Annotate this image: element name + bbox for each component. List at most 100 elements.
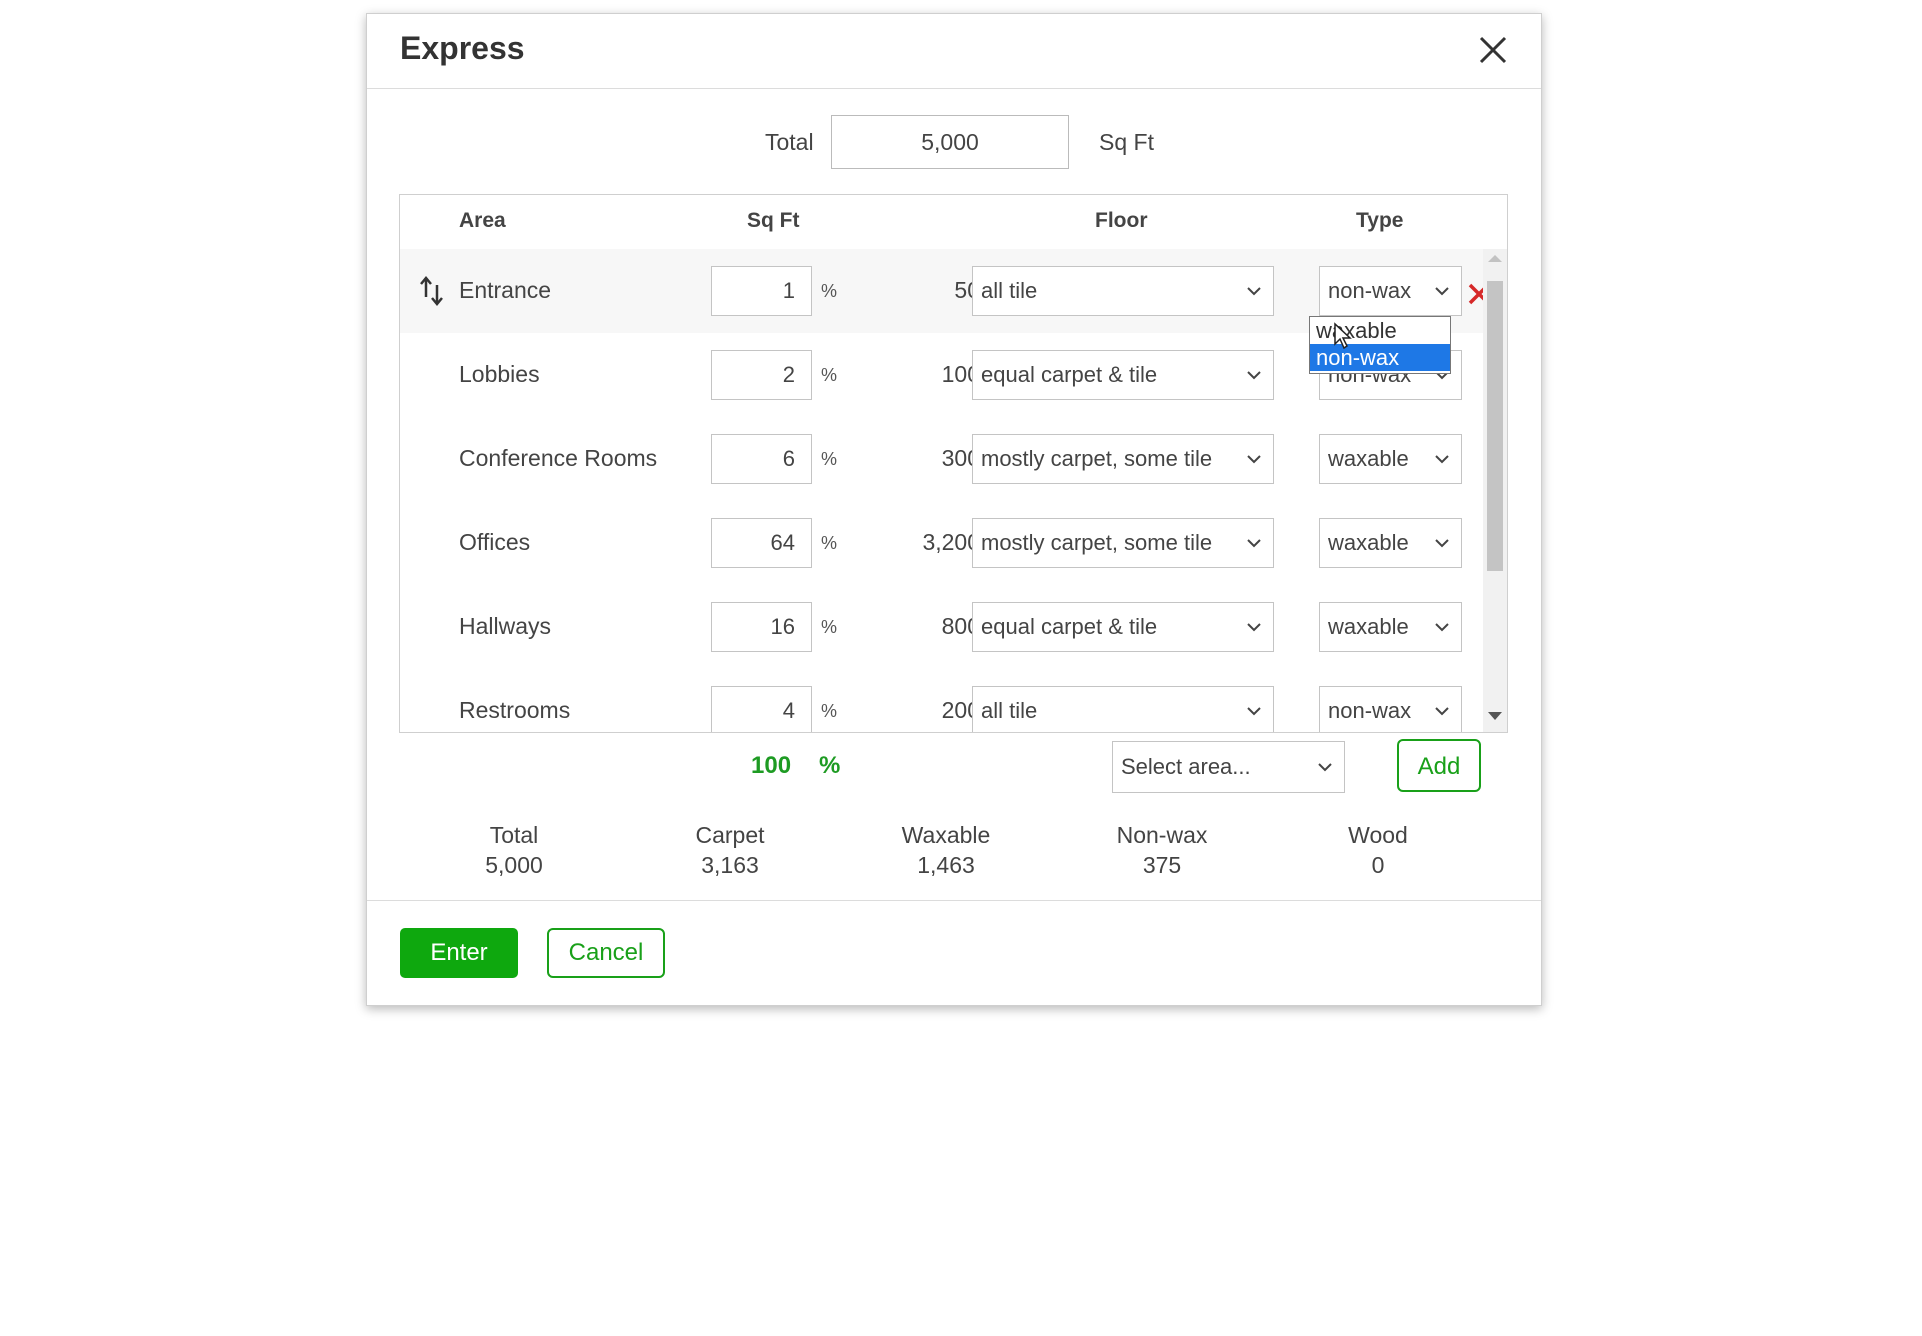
summary-value: 1,463 (917, 852, 975, 878)
area-name: Restrooms (459, 697, 571, 723)
summary-label: Waxable (901, 822, 991, 848)
summary-label: Wood (1348, 822, 1408, 848)
floor-select[interactable]: all tile (972, 686, 1274, 732)
type-select-value: waxable (1328, 614, 1409, 639)
area-name: Lobbies (459, 361, 540, 387)
chevron-down-icon (1435, 287, 1449, 296)
total-label: Total (765, 129, 814, 155)
summary-value: 0 (1371, 852, 1385, 878)
header-sqft: Sq Ft (747, 209, 800, 232)
floor-select-value: equal carpet & tile (981, 362, 1158, 387)
cancel-button[interactable]: Cancel (547, 928, 665, 978)
type-select[interactable]: waxable (1319, 602, 1462, 652)
floor-select-value: equal carpet & tile (981, 614, 1158, 639)
floor-select[interactable]: mostly carpet, some tile (972, 434, 1274, 484)
floor-select[interactable]: equal carpet & tile (972, 350, 1274, 400)
summary-label: Total (489, 822, 539, 848)
type-select-value: non-wax (1328, 278, 1412, 303)
summary-waxable: Waxable 1,463 (866, 820, 1026, 880)
type-option-waxable[interactable]: waxable (1310, 317, 1450, 344)
summary-non-wax: Non-wax 375 (1082, 820, 1242, 880)
add-button[interactable]: Add (1397, 739, 1481, 792)
enter-button[interactable]: Enter (400, 928, 518, 978)
floor-select[interactable]: equal carpet & tile (972, 602, 1274, 652)
table-row: Offices 64 % 3,200 mostly carpet, some t… (400, 501, 1485, 585)
chevron-down-icon (1318, 763, 1332, 772)
row-sqft: 3,200 (922, 529, 980, 555)
header-divider (367, 88, 1541, 89)
type-select-value: waxable (1328, 446, 1409, 471)
chevron-down-icon (1247, 455, 1261, 464)
area-name: Offices (459, 529, 531, 555)
pct-sign: % (821, 281, 838, 301)
pct-input[interactable]: 1 (711, 266, 812, 316)
chevron-down-icon (1435, 623, 1449, 632)
dialog-title: Express (400, 30, 525, 66)
type-select[interactable]: non-wax (1319, 266, 1462, 316)
row-sqft: 100 (941, 361, 980, 387)
table-row: Hallways 16 % 800 equal carpet & tile wa… (400, 585, 1485, 669)
pct-input[interactable]: 64 (711, 518, 812, 568)
summary-value: 3,163 (701, 852, 759, 878)
pct-total-value: 100 (751, 752, 792, 779)
total-sqft-input[interactable]: 5,000 (831, 115, 1069, 169)
row-sqft: 200 (941, 697, 980, 723)
area-name: Entrance (459, 277, 552, 303)
pct-input[interactable]: 4 (711, 686, 812, 732)
type-option-non-wax[interactable]: non-wax (1310, 344, 1450, 371)
type-select[interactable]: waxable (1319, 434, 1462, 484)
pct-sign: % (821, 617, 838, 637)
type-select[interactable]: waxable (1319, 518, 1462, 568)
scroll-thumb[interactable] (1487, 281, 1503, 571)
pct-sign: % (821, 449, 838, 469)
summary-label: Non-wax (1116, 822, 1208, 848)
row-sqft: 300 (941, 445, 980, 471)
floor-select[interactable]: mostly carpet, some tile (972, 518, 1274, 568)
floor-select[interactable]: all tile (972, 266, 1274, 316)
pct-input[interactable]: 2 (711, 350, 812, 400)
summary-value: 5,000 (485, 852, 543, 878)
pct-sign: % (821, 365, 838, 385)
pct-total-sign: % (819, 752, 841, 779)
pct-input[interactable]: 6 (711, 434, 812, 484)
floor-select-value: all tile (981, 698, 1038, 723)
table-row: Restrooms 4 % 200 all tile non-wax (400, 669, 1485, 732)
pct-input[interactable]: 16 (711, 602, 812, 652)
summary-label: Carpet (695, 822, 765, 848)
type-select-value: waxable (1328, 530, 1409, 555)
chevron-down-icon (1435, 707, 1449, 716)
floor-select-value: mostly carpet, some tile (981, 530, 1213, 555)
type-select[interactable]: non-wax (1319, 686, 1462, 732)
footer-divider (367, 900, 1541, 901)
select-area-dropdown[interactable]: Select area... (1112, 741, 1345, 793)
table-row: Conference Rooms 6 % 300 mostly carpet, … (400, 417, 1485, 501)
area-name: Hallways (459, 613, 552, 639)
type-dropdown-list: waxable non-wax (1309, 316, 1451, 374)
header-floor: Floor (1095, 209, 1148, 232)
summary-total: Total 5,000 (434, 820, 594, 880)
chevron-down-icon (1247, 287, 1261, 296)
express-dialog: Express Total 5,000 Sq Ft Area Sq Ft Flo… (366, 13, 1542, 1006)
areas-table: Area Sq Ft Floor Type Entrance 1 % 50 al… (399, 194, 1508, 733)
pct-sign: % (821, 701, 838, 721)
sort-arrows-icon[interactable] (418, 275, 446, 307)
chevron-down-icon (1247, 707, 1261, 716)
total-unit-label: Sq Ft (1099, 129, 1154, 155)
row-sqft: 50 (954, 277, 980, 303)
chevron-down-icon (1247, 623, 1261, 632)
scroll-up-arrow-icon[interactable] (1488, 255, 1502, 262)
chevron-down-icon (1247, 371, 1261, 380)
scroll-down-arrow-icon[interactable] (1488, 712, 1502, 720)
chevron-down-icon (1247, 539, 1261, 548)
table-scrollbar[interactable] (1483, 249, 1507, 732)
chevron-down-icon (1435, 539, 1449, 548)
floor-select-value: all tile (981, 278, 1038, 303)
area-name: Conference Rooms (459, 445, 658, 471)
header-area: Area (459, 209, 506, 232)
chevron-down-icon (1435, 455, 1449, 464)
mouse-cursor-icon (1334, 322, 1352, 350)
floor-select-value: mostly carpet, some tile (981, 446, 1213, 471)
summary-value: 375 (1142, 852, 1182, 878)
close-icon[interactable] (1475, 32, 1511, 68)
pct-sign: % (821, 533, 838, 553)
